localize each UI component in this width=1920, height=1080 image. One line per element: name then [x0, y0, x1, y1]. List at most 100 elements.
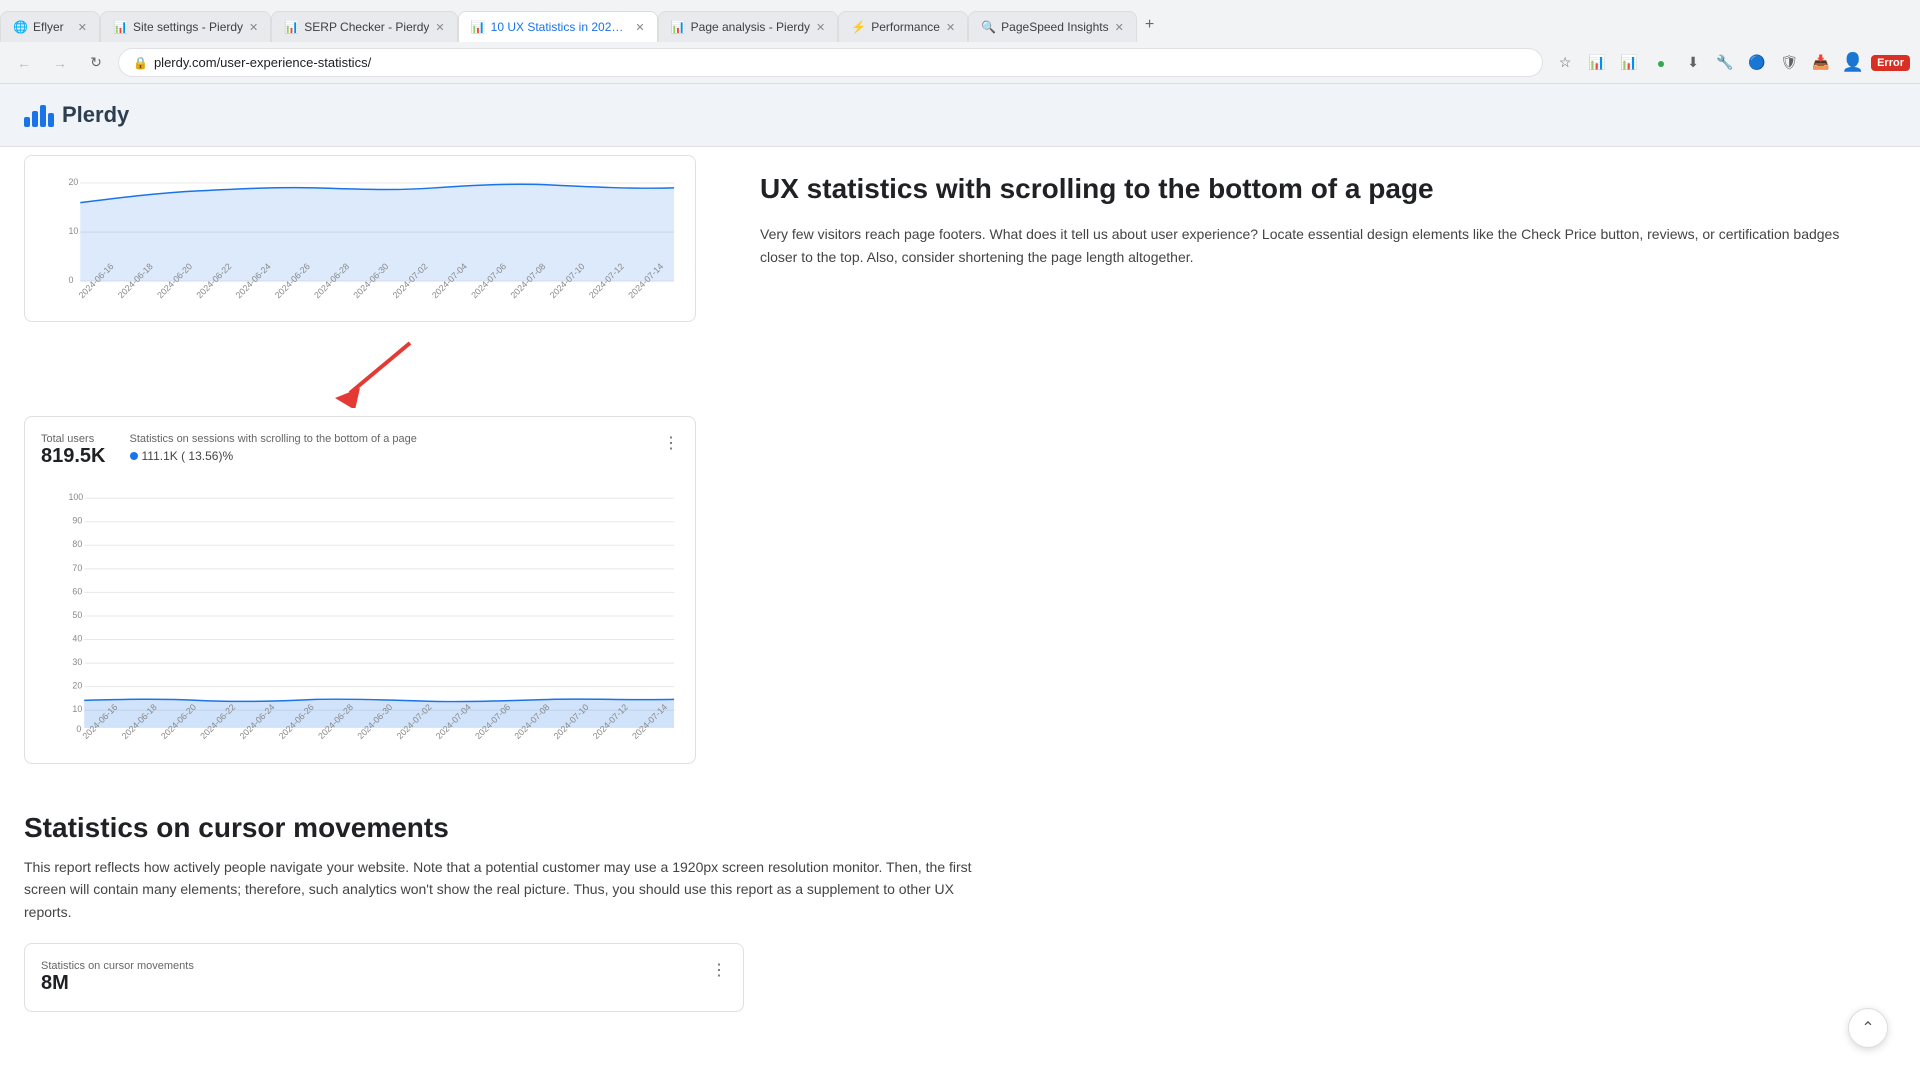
- plerdy-logo-icon: [24, 103, 54, 127]
- total-users-value: 819.5K: [41, 445, 106, 468]
- lock-icon: 🔒: [133, 56, 148, 70]
- arrow-line: [350, 343, 410, 393]
- tab-favicon-ux: 📊: [471, 20, 485, 34]
- tab-label-page-analysis: Page analysis - Pierdy: [691, 20, 810, 34]
- arrow-head: [335, 388, 360, 408]
- tab-page-analysis[interactable]: 📊 Page analysis - Pierdy ✕: [658, 11, 839, 42]
- scroll-to-top-button[interactable]: ⌃: [1848, 1008, 1888, 1048]
- tab-pagespeed[interactable]: 🔍 PageSpeed Insights ✕: [968, 11, 1137, 42]
- bottom-desc: This report reflects how actively people…: [24, 856, 984, 923]
- arrow-svg: [260, 338, 460, 408]
- tab-performance[interactable]: ⚡ Performance ✕: [838, 11, 968, 42]
- tab-ux-statistics[interactable]: 📊 10 UX Statistics in 2024 – Pi... ✕: [458, 11, 658, 42]
- tab-label-pagespeed: PageSpeed Insights: [1001, 20, 1108, 34]
- left-content: 20 10 0 2024-06-16 2024-06-18: [0, 147, 720, 780]
- tab-eflyer[interactable]: 🌐 Eflyer ✕: [0, 11, 100, 42]
- bottom-section: Statistics on cursor movements This repo…: [0, 780, 1920, 1028]
- url-bar[interactable]: 🔒 plerdy.com/user-experience-statistics/: [118, 48, 1543, 77]
- y2-60: 60: [72, 586, 82, 596]
- tab-close-site-settings[interactable]: ✕: [249, 21, 258, 34]
- tab-bar: 🌐 Eflyer ✕ 📊 Site settings - Pierdy ✕ 📊 …: [0, 0, 1920, 42]
- logo-text: Plerdy: [62, 102, 129, 128]
- browser-chrome: 🌐 Eflyer ✕ 📊 Site settings - Pierdy ✕ 📊 …: [0, 0, 1920, 84]
- tab-label-site-settings: Site settings - Pierdy: [133, 20, 243, 34]
- scroll-stat: Statistics on sessions with scrolling to…: [130, 433, 417, 463]
- chart-2-container: Total users 819.5K Statistics on session…: [24, 416, 696, 764]
- tab-label-serp: SERP Checker - Pierdy: [304, 20, 429, 34]
- save-icon[interactable]: 📥: [1807, 49, 1835, 77]
- tab-close-page-analysis[interactable]: ✕: [816, 21, 825, 34]
- tab-favicon-eflyer: 🌐: [13, 20, 27, 34]
- y2-80: 80: [72, 539, 82, 549]
- y-label-0: 0: [68, 275, 73, 285]
- tab-site-settings[interactable]: 📊 Site settings - Pierdy ✕: [100, 11, 271, 42]
- tab-favicon-pagespeed: 🔍: [981, 20, 995, 34]
- tab-favicon-site-settings: 📊: [113, 20, 127, 34]
- bookmark-icon[interactable]: ☆: [1551, 49, 1579, 77]
- tab-close-ux[interactable]: ✕: [635, 21, 644, 34]
- forward-button[interactable]: →: [46, 49, 74, 77]
- y-label-10: 10: [68, 226, 78, 236]
- section-title: UX statistics with scrolling to the bott…: [760, 171, 1880, 207]
- chevron-up-icon: ⌃: [1861, 1018, 1874, 1038]
- tab-serp-checker[interactable]: 📊 SERP Checker - Pierdy ✕: [271, 11, 457, 42]
- tab-label-ux: 10 UX Statistics in 2024 – Pi...: [491, 20, 630, 34]
- logo-area: Plerdy: [24, 102, 1896, 128]
- site-header: Plerdy: [0, 84, 1920, 147]
- error-badge: Error: [1871, 55, 1910, 71]
- profile-avatar[interactable]: 👤: [1839, 49, 1867, 77]
- cursor-chart-stat: Statistics on cursor movements 8M: [41, 960, 194, 995]
- plerdy-extension-icon[interactable]: 📊: [1583, 49, 1611, 77]
- back-button[interactable]: ←: [10, 49, 38, 77]
- page-content: Plerdy 20 10 0: [0, 84, 1920, 1028]
- y2-20: 20: [72, 681, 82, 691]
- y2-0: 0: [76, 724, 81, 734]
- tab-favicon-page-analysis: 📊: [671, 20, 685, 34]
- new-tab-button[interactable]: +: [1137, 8, 1162, 42]
- bottom-chart-menu[interactable]: ⋮: [711, 960, 727, 980]
- tab-close-performance[interactable]: ✕: [946, 21, 955, 34]
- chart-2-header: Total users 819.5K Statistics on session…: [41, 433, 679, 468]
- tab-close-serp[interactable]: ✕: [435, 21, 444, 34]
- total-users-stat: Total users 819.5K: [41, 433, 106, 468]
- cursor-chart-value: 8M: [41, 972, 194, 995]
- tab-favicon-serp: 📊: [284, 20, 298, 34]
- chart-1-svg-wrapper: 20 10 0 2024-06-16 2024-06-18: [41, 172, 679, 305]
- scroll-stat-value: 111.1K ( 13.56)%: [142, 449, 234, 463]
- scroll-stat-label: Statistics on sessions with scrolling to…: [130, 433, 417, 445]
- tab-label-performance: Performance: [871, 20, 940, 34]
- tab-favicon-performance: ⚡: [851, 20, 865, 34]
- plerdy-icon-3[interactable]: ●: [1647, 49, 1675, 77]
- y2-100: 100: [68, 492, 83, 502]
- tab-label-eflyer: Eflyer: [33, 20, 64, 34]
- chart-2-svg-wrapper: 100 90 80 70 60 50 40 30 20 10 0: [41, 484, 679, 747]
- chart-2-menu[interactable]: ⋮: [663, 433, 679, 453]
- arrow-annotation: [24, 338, 696, 408]
- plerdy-extension-icon-2[interactable]: 📊: [1615, 49, 1643, 77]
- chart-1-svg: 20 10 0 2024-06-16 2024-06-18: [41, 172, 679, 302]
- tab-close-pagespeed[interactable]: ✕: [1115, 21, 1124, 34]
- url-text: plerdy.com/user-experience-statistics/: [154, 55, 371, 70]
- tab-close-eflyer[interactable]: ✕: [78, 21, 87, 34]
- extension-icon-4[interactable]: 🔧: [1711, 49, 1739, 77]
- chart-2-svg: 100 90 80 70 60 50 40 30 20 10 0: [41, 484, 679, 744]
- y2-10: 10: [72, 704, 82, 714]
- right-content: UX statistics with scrolling to the bott…: [720, 147, 1920, 780]
- y2-70: 70: [72, 563, 82, 573]
- extension-icon-6[interactable]: 🛡: [1775, 49, 1803, 77]
- cursor-chart-label: Statistics on cursor movements: [41, 960, 194, 972]
- bottom-section-title: Statistics on cursor movements: [24, 812, 1896, 844]
- y2-90: 90: [72, 516, 82, 526]
- download-icon[interactable]: ⬇: [1679, 49, 1707, 77]
- extension-icon-5[interactable]: 🔵: [1743, 49, 1771, 77]
- reload-button[interactable]: ↻: [82, 49, 110, 77]
- legend-dot: [130, 452, 138, 460]
- bottom-chart-container: Statistics on cursor movements 8M ⋮: [24, 943, 744, 1012]
- y-label-20: 20: [68, 177, 78, 187]
- y2-30: 30: [72, 657, 82, 667]
- toolbar-icons: ☆ 📊 📊 ● ⬇ 🔧 🔵 🛡 📥 👤 Error: [1551, 49, 1910, 77]
- y2-40: 40: [72, 633, 82, 643]
- address-bar: ← → ↻ 🔒 plerdy.com/user-experience-stati…: [0, 42, 1920, 83]
- y2-50: 50: [72, 610, 82, 620]
- chart-1-container: 20 10 0 2024-06-16 2024-06-18: [24, 155, 696, 322]
